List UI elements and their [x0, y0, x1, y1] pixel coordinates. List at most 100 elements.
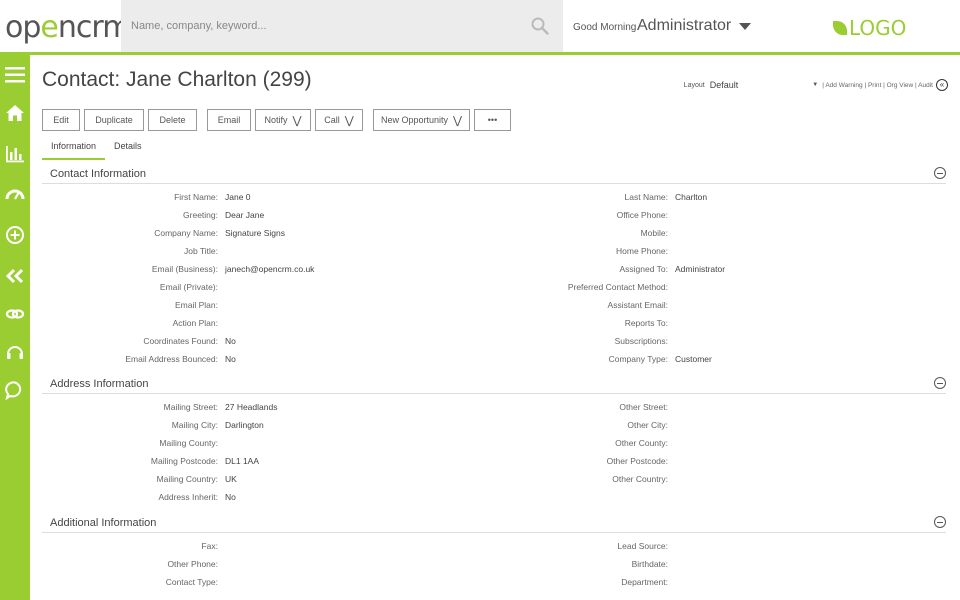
field-label: Mailing Postcode: — [150, 456, 218, 466]
page-title: Contact: Jane Charlton (299) — [42, 68, 312, 91]
plus-circle-icon[interactable] — [3, 223, 27, 247]
field-label: Action Plan: — [172, 318, 218, 328]
layout-select[interactable]: Default — [710, 80, 739, 90]
field-label: Coordinates Found: — [143, 336, 218, 346]
delete-button[interactable]: Delete — [148, 109, 197, 131]
chart-icon[interactable] — [3, 142, 27, 166]
sidebar — [0, 55, 30, 600]
field-value: Charlton — [675, 192, 708, 202]
leaf-icon — [833, 21, 847, 35]
field-label: Other County: — [615, 438, 668, 448]
section-title: Address Information — [50, 378, 149, 390]
field-label: Assigned To: — [619, 264, 668, 274]
field-label: Company Type: — [608, 354, 668, 364]
search-box — [121, 0, 563, 52]
call-button[interactable]: Call ⋁ — [315, 109, 363, 131]
field-label: Job Title: — [183, 246, 218, 256]
field-label: Mailing Country: — [156, 474, 218, 484]
field-value: No — [225, 336, 236, 346]
opencrm-logo[interactable]: opencrm — [5, 10, 131, 45]
menu-icon[interactable] — [3, 63, 27, 87]
main-content: Contact: Jane Charlton (299) Layout Defa… — [30, 55, 960, 600]
headset-icon[interactable] — [3, 340, 27, 364]
field-label: Department: — [621, 577, 668, 587]
layout-bar: Layout Default ▼ | Add Warning | Print |… — [684, 79, 948, 91]
field-label: Contact Type: — [165, 577, 218, 587]
field-label: Other Postcode: — [606, 456, 668, 466]
additional-information-section: Additional Information — [42, 511, 946, 533]
field-label: Email Plan: — [175, 300, 218, 310]
field-label: Last Name: — [624, 192, 668, 202]
field-label: Company Name: — [154, 228, 218, 238]
brand-logo: LOGO — [833, 16, 906, 40]
field-label: Subscriptions: — [614, 336, 668, 346]
field-label: Fax: — [201, 541, 218, 551]
field-label: Mailing City: — [171, 420, 218, 430]
field-label: Other City: — [627, 420, 668, 430]
field-value: Customer — [675, 354, 712, 364]
field-label: Lead Source: — [617, 541, 668, 551]
field-value: 27 Headlands — [225, 402, 278, 412]
new-opportunity-button[interactable]: New Opportunity ⋁ — [373, 109, 470, 131]
notify-button[interactable]: Notify ⋁ — [255, 109, 311, 131]
caret-down-icon[interactable]: ▼ — [812, 82, 818, 88]
edit-button[interactable]: Edit — [42, 109, 80, 131]
caret-down-icon — [739, 22, 752, 30]
tab-information[interactable]: Information — [42, 141, 106, 160]
page-links[interactable]: | Add Warning | Print | Org View | Audit — [822, 82, 933, 89]
search-input[interactable] — [131, 14, 521, 38]
home-icon[interactable] — [3, 101, 27, 125]
field-label: Other Phone: — [167, 559, 218, 569]
email-button[interactable]: Email — [207, 109, 251, 131]
double-chevron-left-icon[interactable] — [3, 264, 27, 288]
collapse-section-icon[interactable] — [934, 167, 946, 179]
layout-label: Layout — [683, 81, 705, 89]
tab-details[interactable]: Details — [105, 141, 151, 160]
more-button[interactable]: ••• — [474, 109, 511, 131]
field-label: Other Street: — [619, 402, 668, 412]
top-bar: opencrm Good Morning Administrator LOGO — [0, 0, 960, 55]
duplicate-button[interactable]: Duplicate — [84, 109, 144, 131]
field-value: UK — [225, 474, 237, 484]
field-value: Signature Signs — [225, 228, 286, 238]
chevron-down-icon: ⋁ — [292, 114, 302, 127]
field-label: Greeting: — [183, 210, 218, 220]
field-label: Mailing County: — [159, 438, 218, 448]
user-menu[interactable]: Administrator — [637, 17, 752, 35]
contact-information-section: Contact Information — [42, 162, 946, 184]
address-information-section: Address Information — [42, 372, 946, 394]
chevron-down-icon: ⋁ — [453, 114, 463, 127]
user-name: Administrator — [637, 17, 732, 34]
tab-bar: Information Details — [42, 141, 151, 160]
section-title: Additional Information — [50, 517, 157, 529]
field-label: Email Address Bounced: — [125, 354, 218, 364]
field-label: Email (Business): — [151, 264, 218, 274]
field-value: janech@opencrm.co.uk — [225, 264, 315, 274]
field-value: DL1 1AA — [225, 456, 260, 466]
collapse-section-icon[interactable] — [934, 516, 946, 528]
field-label: Other Country: — [612, 474, 668, 484]
search-icon[interactable] — [531, 17, 549, 35]
field-label: Email (Private): — [159, 282, 218, 292]
chat-icon[interactable] — [3, 378, 27, 402]
field-label: Preferred Contact Method: — [567, 282, 668, 292]
action-toolbar: Edit Duplicate Delete Email Notify ⋁ Call… — [42, 109, 515, 131]
field-label: Mobile: — [640, 228, 668, 238]
field-label: Home Phone: — [616, 246, 668, 256]
field-label: Reports To: — [624, 318, 668, 328]
speedometer-icon[interactable] — [3, 182, 27, 206]
field-value: No — [225, 354, 236, 364]
field-label: Birthdate: — [631, 559, 668, 569]
field-label: First Name: — [174, 192, 218, 202]
collapse-section-icon[interactable] — [934, 377, 946, 389]
greeting-text: Good Morning — [573, 22, 637, 33]
section-title: Contact Information — [50, 168, 146, 180]
field-value: Dear Jane — [225, 210, 265, 220]
field-value: Jane 0 — [225, 192, 251, 202]
field-label: Mailing Street: — [163, 402, 218, 412]
link-icon[interactable] — [3, 302, 27, 326]
field-value: Darlington — [225, 420, 264, 430]
field-value: No — [225, 492, 236, 502]
collapse-left-icon[interactable]: « — [936, 79, 948, 91]
field-value: Administrator — [675, 264, 726, 274]
